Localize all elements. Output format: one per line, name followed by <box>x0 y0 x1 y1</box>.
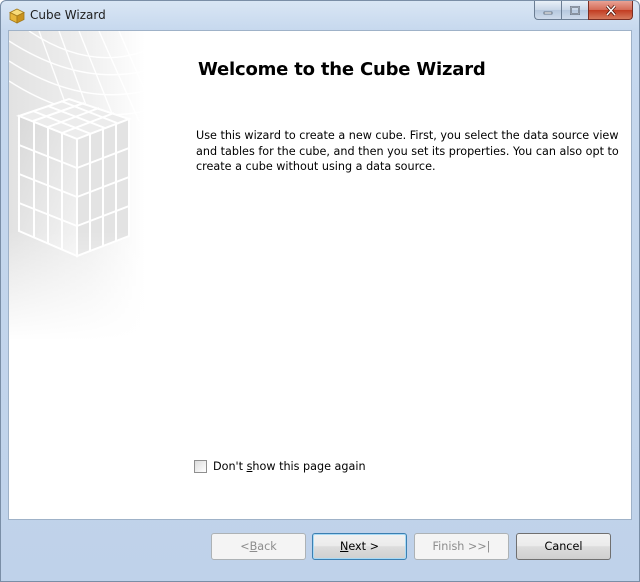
wizard-page: Welcome to the Cube Wizard Use this wiza… <box>8 30 632 520</box>
close-icon <box>605 1 617 20</box>
cancel-button[interactable]: Cancel <box>516 533 611 560</box>
maximize-icon <box>570 1 580 20</box>
minimize-icon <box>543 1 553 20</box>
cube-app-icon <box>9 8 25 24</box>
maximize-button[interactable] <box>561 1 588 20</box>
intro-text: Use this wizard to create a new cube. Fi… <box>196 129 619 173</box>
dont-show-again-option[interactable]: Don't show this page again <box>194 460 366 473</box>
window-title: Cube Wizard <box>30 8 106 22</box>
dont-show-again-label[interactable]: Don't show this page again <box>213 460 366 473</box>
back-button[interactable]: < Back <box>211 533 306 560</box>
dont-show-again-checkbox[interactable] <box>194 460 207 473</box>
close-button[interactable] <box>588 1 633 20</box>
page-title: Welcome to the Cube Wizard <box>198 59 486 80</box>
caption-buttons <box>534 1 633 21</box>
next-button[interactable]: Next > <box>312 533 407 560</box>
title-bar[interactable]: Cube Wizard <box>1 1 639 31</box>
finish-button[interactable]: Finish >>| <box>414 533 509 560</box>
minimize-button[interactable] <box>534 1 561 20</box>
cube-banner-image <box>9 31 146 341</box>
cube-wizard-window: Cube Wizard Welcome to the Cube Wizard U… <box>0 0 640 582</box>
